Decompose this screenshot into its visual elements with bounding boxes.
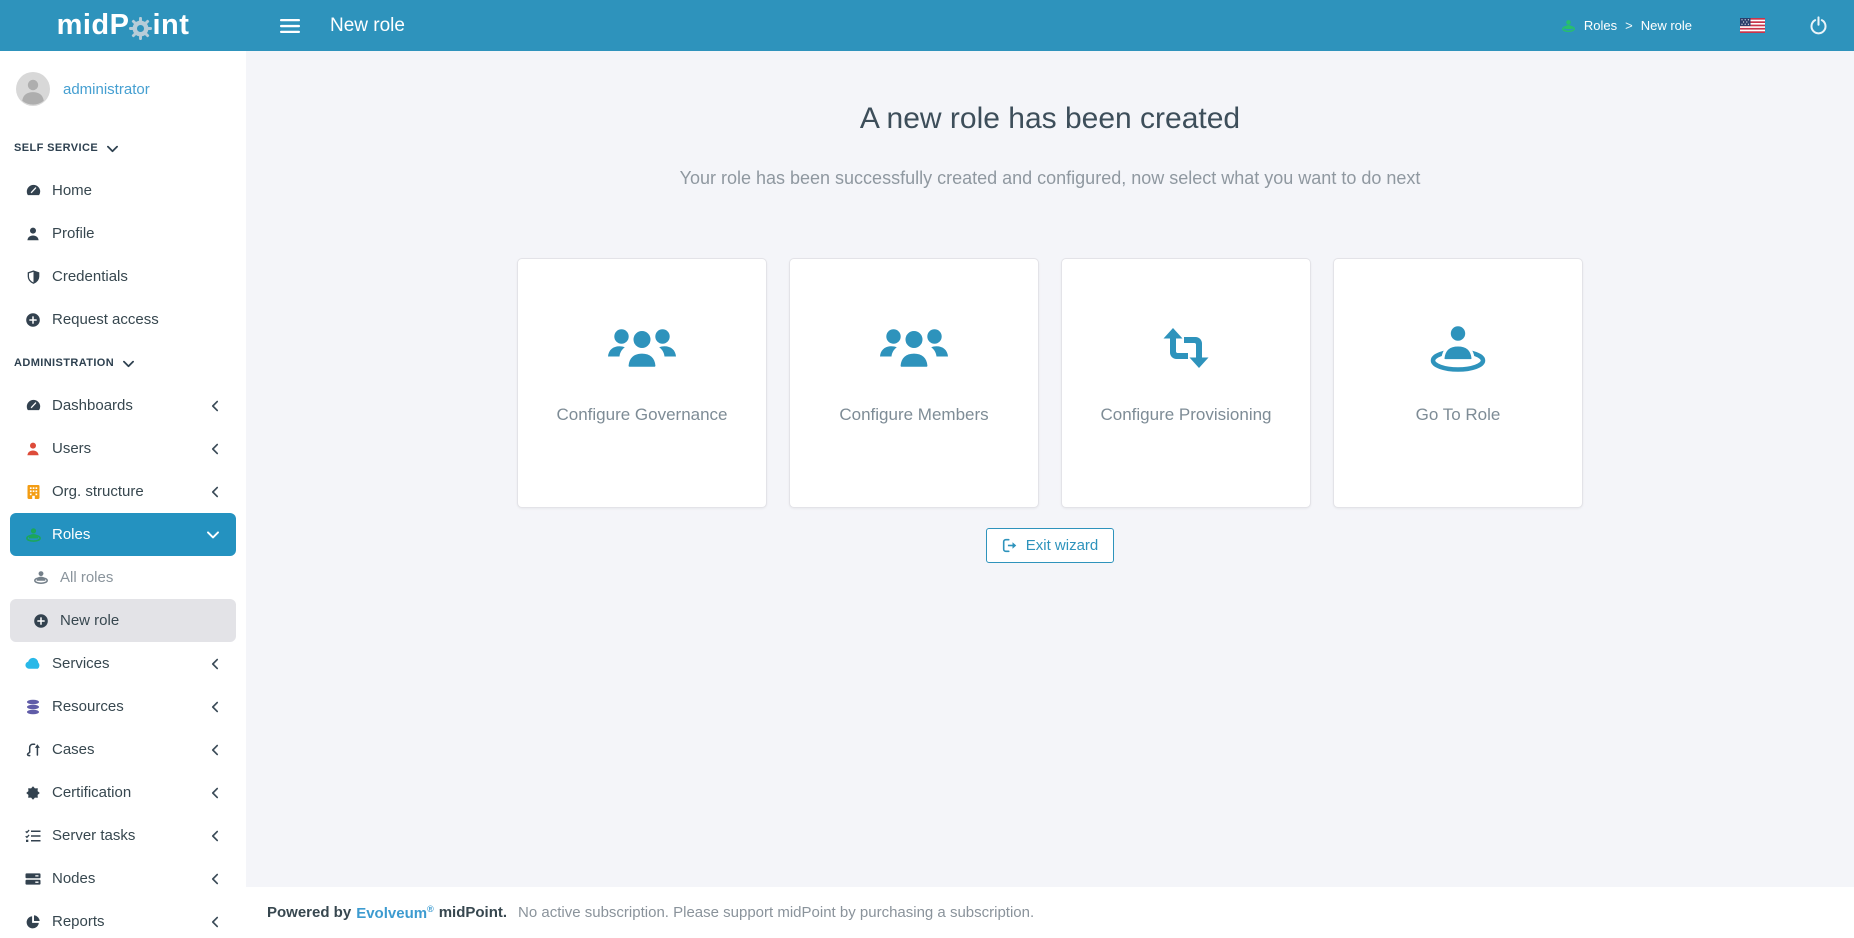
chevron-left-icon	[211, 658, 219, 670]
section-header-administration[interactable]: ADMINISTRATION	[10, 341, 236, 384]
breadcrumb-separator: >	[1625, 18, 1633, 33]
midpoint-logo[interactable]: midP int	[0, 9, 246, 42]
sidebar-item-resources[interactable]: Resources	[10, 685, 236, 728]
sidebar-menu: SELF SERVICE Home Profile Credentials Re…	[0, 126, 246, 938]
users-group-icon	[877, 309, 951, 387]
sidebar-item-nodes[interactable]: Nodes	[10, 857, 236, 900]
breadcrumb-roles[interactable]: Roles	[1584, 18, 1617, 33]
chevron-down-icon	[107, 145, 119, 153]
chevron-left-icon	[211, 443, 219, 455]
role-icon	[31, 570, 51, 585]
sidebar-item-credentials[interactable]: Credentials	[10, 255, 236, 298]
tasks-icon	[23, 829, 43, 843]
database-icon	[23, 699, 43, 715]
chevron-left-icon	[211, 744, 219, 756]
language-flag-us-icon[interactable]	[1738, 16, 1767, 35]
sidebar-item-cases[interactable]: Cases	[10, 728, 236, 771]
hamburger-menu-icon[interactable]	[276, 14, 304, 38]
powered-by-text: Powered by	[267, 904, 352, 921]
sidebar-item-all-roles[interactable]: All roles	[10, 556, 236, 599]
sidebar-item-request-access[interactable]: Request access	[10, 298, 236, 341]
tile-label: Configure Members	[839, 405, 989, 424]
logo-text-post: int	[152, 9, 190, 41]
sign-out-icon	[1002, 538, 1017, 553]
main-content: A new role has been created Your role ha…	[246, 0, 1854, 887]
sidebar-item-server-tasks[interactable]: Server tasks	[10, 814, 236, 857]
tile-label: Go To Role	[1415, 405, 1501, 424]
tile-configure-provisioning[interactable]: Configure Provisioning	[1061, 258, 1311, 508]
role-icon	[1427, 309, 1489, 387]
plus-circle-icon	[23, 312, 43, 328]
username-link[interactable]: administrator	[63, 81, 150, 98]
plus-circle-icon	[31, 613, 51, 629]
users-group-icon	[605, 309, 679, 387]
evolveum-link[interactable]: Evolveum®	[356, 904, 434, 922]
chevron-left-icon	[211, 873, 219, 885]
sidebar-item-certification[interactable]: Certification	[10, 771, 236, 814]
chevron-left-icon	[211, 486, 219, 498]
footer: Powered by Evolveum® midPoint. No active…	[246, 887, 1854, 938]
sidebar-item-dashboards[interactable]: Dashboards	[10, 384, 236, 427]
route-icon	[23, 742, 43, 758]
chevron-down-icon	[123, 360, 135, 368]
sidebar-item-services[interactable]: Services	[10, 642, 236, 685]
topbar-right: Roles > New role	[1561, 14, 1854, 37]
sidebar-item-org-structure[interactable]: Org. structure	[10, 470, 236, 513]
avatar[interactable]	[16, 72, 50, 106]
chevron-left-icon	[211, 830, 219, 842]
server-icon	[23, 872, 43, 886]
seal-icon	[23, 785, 43, 801]
tachometer-icon	[23, 182, 43, 199]
chevron-left-icon	[211, 400, 219, 412]
sidebar-item-home[interactable]: Home	[10, 169, 236, 212]
user-panel: administrator	[0, 51, 246, 126]
chevron-left-icon	[211, 701, 219, 713]
logo-text-pre: midP	[56, 9, 130, 41]
user-icon	[23, 441, 43, 457]
sidebar-item-users[interactable]: Users	[10, 427, 236, 470]
repeat-icon	[1153, 309, 1219, 387]
tile-configure-governance[interactable]: Configure Governance	[517, 258, 767, 508]
role-icon	[23, 527, 43, 543]
building-icon	[23, 484, 43, 500]
sidebar: administrator SELF SERVICE Home Profile …	[0, 51, 246, 938]
chevron-down-icon	[207, 530, 219, 539]
tile-label: Configure Governance	[556, 405, 728, 424]
sidebar-item-profile[interactable]: Profile	[10, 212, 236, 255]
tile-configure-members[interactable]: Configure Members	[789, 258, 1039, 508]
chevron-left-icon	[211, 787, 219, 799]
sidebar-item-new-role[interactable]: New role	[10, 599, 236, 642]
exit-wizard-label: Exit wizard	[1025, 537, 1099, 554]
wizard-subheading: Your role has been successfully created …	[679, 168, 1421, 188]
gear-icon	[128, 16, 153, 41]
exit-wizard-button[interactable]: Exit wizard	[985, 528, 1115, 563]
top-bar: midP int New role Roles > New role	[0, 0, 1854, 51]
cloud-icon	[23, 657, 43, 671]
tile-label: Configure Provisioning	[1100, 405, 1272, 424]
sidebar-item-reports[interactable]: Reports	[10, 900, 236, 938]
registered-mark: ®	[427, 903, 434, 914]
pie-chart-icon	[23, 914, 43, 930]
shield-icon	[23, 269, 43, 285]
chevron-left-icon	[211, 916, 219, 928]
wizard-tiles: Configure Governance Configure Members C…	[246, 258, 1854, 508]
page-title: New role	[330, 14, 405, 36]
tile-go-to-role[interactable]: Go To Role	[1333, 258, 1583, 508]
subscription-message: No active subscription. Please support m…	[518, 904, 1035, 921]
breadcrumb: Roles > New role	[1561, 18, 1692, 33]
tachometer-icon	[23, 397, 43, 414]
section-header-self-service[interactable]: SELF SERVICE	[10, 126, 236, 169]
sidebar-item-roles[interactable]: Roles	[10, 513, 236, 556]
product-name: midPoint.	[438, 904, 508, 921]
role-icon	[1561, 19, 1576, 33]
exit-row: Exit wizard	[246, 528, 1854, 563]
user-icon	[23, 226, 43, 242]
wizard-heading: A new role has been created	[859, 102, 1241, 135]
breadcrumb-new-role[interactable]: New role	[1641, 18, 1692, 33]
logout-power-icon[interactable]	[1807, 14, 1830, 37]
